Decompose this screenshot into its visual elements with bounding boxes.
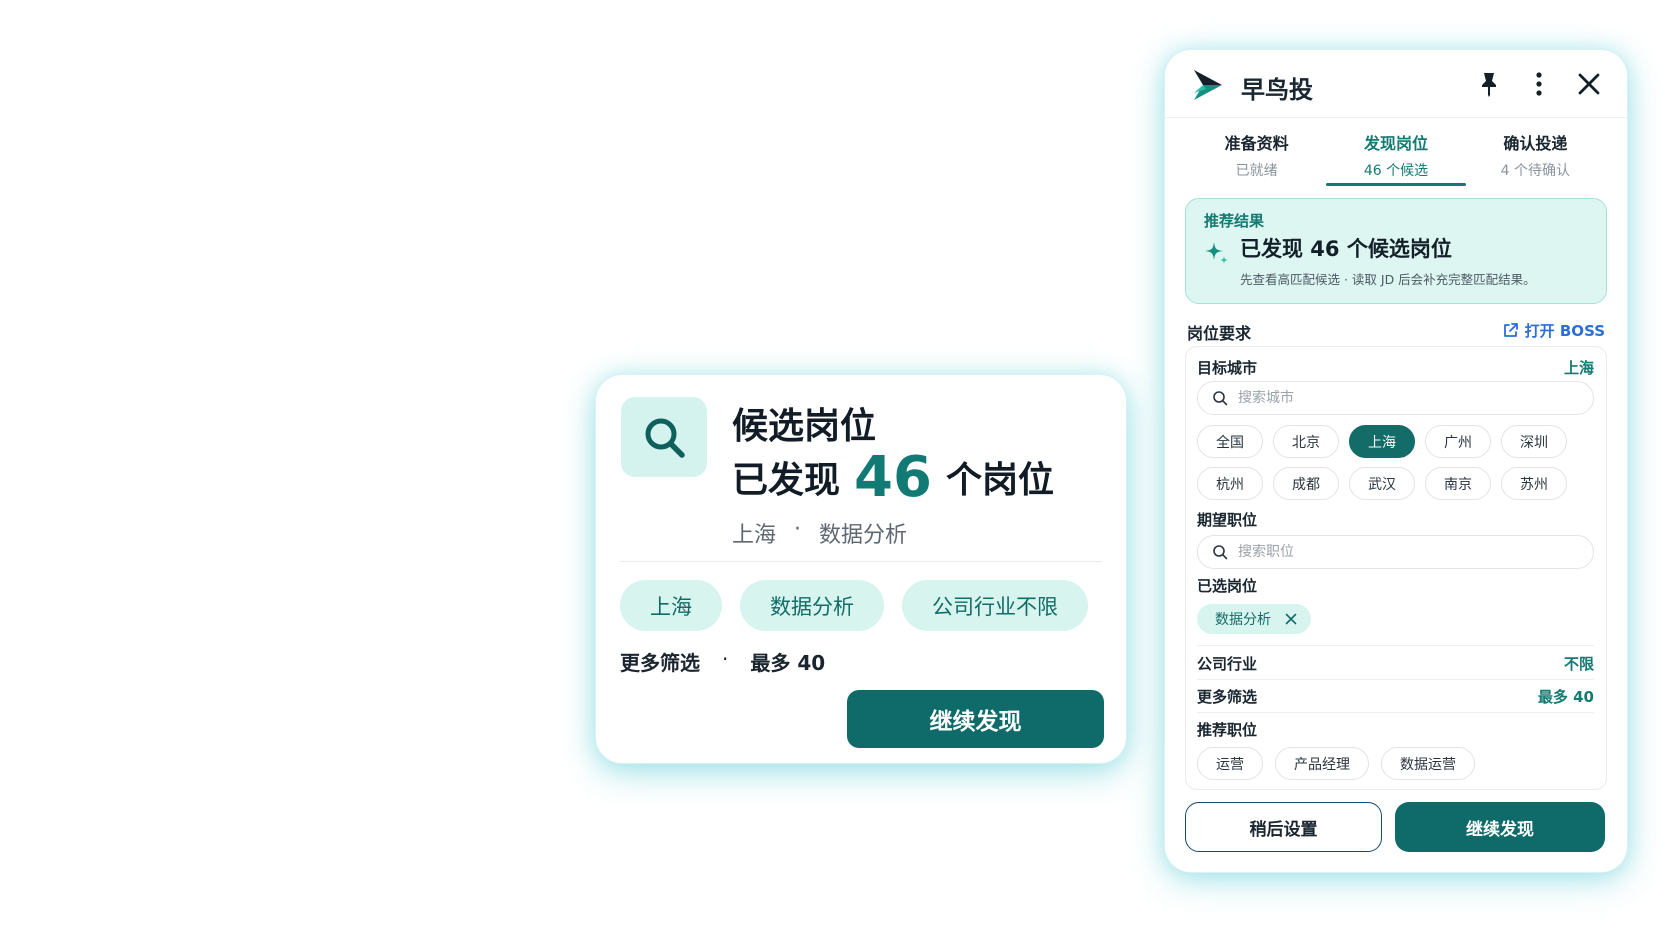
more-filters-value: 最多 40 xyxy=(750,651,826,675)
tab-confirm-label: 确认投递 xyxy=(1503,134,1568,153)
target-city-label: 目标城市 xyxy=(1197,359,1258,377)
rec-label: 推荐结果 xyxy=(1204,212,1265,230)
recommendation-banner: 推荐结果 已发现 46 个候选岗位 先查看高匹配候选 · 读取 JD 后会补充完… xyxy=(1185,198,1607,304)
city-option-beijing[interactable]: 北京 xyxy=(1273,425,1339,458)
city-search-field[interactable] xyxy=(1197,381,1594,415)
rec-description: 先查看高匹配候选 · 读取 JD 后会补充完整匹配结果。 xyxy=(1240,272,1536,287)
tab-prepare[interactable]: 准备资料 已就绪 xyxy=(1187,120,1326,186)
open-boss-label: 打开 BOSS xyxy=(1524,322,1605,340)
external-link-icon xyxy=(1503,323,1518,337)
divider xyxy=(1197,679,1594,680)
tab-discover-label: 发现岗位 xyxy=(1363,134,1428,153)
meta-city: 上海 xyxy=(732,523,777,548)
meta-role: 数据分析 xyxy=(819,523,908,548)
expected-role-label: 期望职位 xyxy=(1197,511,1258,529)
tab-confirm-status: 4 个待确认 xyxy=(1500,163,1570,179)
brand-logo-icon xyxy=(1194,70,1222,100)
step-tabs: 准备资料 已就绪 发现岗位 46 个候选 确认投递 4 个待确认 xyxy=(1165,120,1627,186)
city-option-hangzhou[interactable]: 杭州 xyxy=(1197,467,1263,500)
summary-found-line: 已发现 46 个岗位 xyxy=(732,444,1054,510)
city-option-shenzhen[interactable]: 深圳 xyxy=(1501,425,1567,458)
industry-label: 公司行业 xyxy=(1197,655,1258,673)
more-vertical-icon[interactable] xyxy=(1525,70,1553,98)
city-option-suzhou[interactable]: 苏州 xyxy=(1501,467,1567,500)
continue-discover-button[interactable]: 继续发现 xyxy=(847,690,1104,748)
requirements-box: 目标城市 上海 全国 北京 上海 广州 深圳 杭州 成都 武汉 南京 苏州 期望… xyxy=(1185,346,1607,790)
tab-prepare-label: 准备资料 xyxy=(1224,134,1289,153)
meta-separator: · xyxy=(794,517,802,542)
selected-role-chip: 数据分析 xyxy=(1197,604,1311,634)
open-boss-link[interactable]: 打开 BOSS xyxy=(1502,320,1605,341)
filter-chip-industry[interactable]: 公司行业不限 xyxy=(902,580,1088,631)
city-option-guangzhou[interactable]: 广州 xyxy=(1425,425,1491,458)
city-search-input[interactable] xyxy=(1238,390,1543,406)
summary-meta: 上海 · 数据分析 xyxy=(732,517,907,549)
industry-value[interactable]: 不限 xyxy=(1564,653,1594,674)
city-option-shanghai[interactable]: 上海 xyxy=(1349,425,1415,458)
recommended-role-chips: 运营 产品经理 数据运营 xyxy=(1197,747,1475,780)
filter-chip-city[interactable]: 上海 xyxy=(620,580,722,631)
search-icon xyxy=(1213,545,1228,560)
requirements-title: 岗位要求 xyxy=(1187,324,1252,343)
search-icon-box xyxy=(621,397,707,477)
found-suffix: 个岗位 xyxy=(945,460,1054,501)
recommended-roles-label: 推荐职位 xyxy=(1197,721,1258,739)
rec-headline: 已发现 46 个候选岗位 xyxy=(1240,237,1452,261)
tab-discover[interactable]: 发现岗位 46 个候选 xyxy=(1326,120,1466,186)
summary-filter-chips: 上海 数据分析 公司行业不限 xyxy=(620,580,1088,631)
pin-icon[interactable] xyxy=(1475,70,1503,98)
remove-icon[interactable] xyxy=(1285,613,1297,625)
city-option-wuhan[interactable]: 武汉 xyxy=(1349,467,1415,500)
set-later-button[interactable]: 稍后设置 xyxy=(1185,802,1382,852)
summary-divider xyxy=(620,561,1102,562)
role-search-field[interactable] xyxy=(1197,535,1594,569)
divider xyxy=(1197,645,1594,646)
more-filters-label: 更多筛选 xyxy=(620,651,700,675)
tab-prepare-status: 已就绪 xyxy=(1235,163,1278,179)
city-option-nanjing[interactable]: 南京 xyxy=(1425,467,1491,500)
sparkle-icon xyxy=(1205,242,1228,264)
city-option-nationwide[interactable]: 全国 xyxy=(1197,425,1263,458)
found-prefix: 已发现 xyxy=(732,460,841,501)
tab-discover-status: 46 个候选 xyxy=(1363,163,1429,179)
tab-confirm[interactable]: 确认投递 4 个待确认 xyxy=(1466,120,1605,186)
filter-chip-role[interactable]: 数据分析 xyxy=(740,580,884,631)
search-icon xyxy=(1213,391,1228,406)
recommended-role-chip[interactable]: 运营 xyxy=(1197,747,1263,780)
target-city-value: 上海 xyxy=(1563,359,1594,377)
more-filters-separator: · xyxy=(722,647,729,671)
selected-roles-label: 已选岗位 xyxy=(1197,577,1258,595)
selected-role-label: 数据分析 xyxy=(1215,612,1271,628)
city-option-chengdu[interactable]: 成都 xyxy=(1273,467,1339,500)
role-search-input[interactable] xyxy=(1238,544,1543,560)
close-icon[interactable] xyxy=(1575,70,1603,98)
divider xyxy=(1197,712,1594,713)
panel-header: 早鸟投 xyxy=(1165,50,1627,118)
summary-title: 候选岗位 xyxy=(732,406,877,447)
city-options: 全国 北京 上海 广州 深圳 杭州 成都 武汉 南京 苏州 xyxy=(1197,425,1567,500)
extension-panel: 早鸟投 准备资料 已就绪 发现岗位 46 个候选 确认投递 4 个待确认 推荐结… xyxy=(1165,50,1627,872)
continue-discover-button[interactable]: 继续发现 xyxy=(1395,802,1605,852)
search-icon xyxy=(645,418,685,458)
more-filters-label: 更多筛选 xyxy=(1197,688,1258,706)
more-filters-value[interactable]: 最多 40 xyxy=(1538,686,1594,707)
candidate-summary-card: 候选岗位 已发现 46 个岗位 上海 · 数据分析 上海 数据分析 公司行业不限… xyxy=(596,375,1126,763)
recommended-role-chip[interactable]: 数据运营 xyxy=(1381,747,1475,780)
brand-name: 早鸟投 xyxy=(1241,76,1313,104)
header-actions xyxy=(1475,70,1603,98)
recommended-role-chip[interactable]: 产品经理 xyxy=(1275,747,1369,780)
summary-more-filters: 更多筛选 · 最多 40 xyxy=(620,647,825,676)
found-count: 46 xyxy=(854,444,932,510)
